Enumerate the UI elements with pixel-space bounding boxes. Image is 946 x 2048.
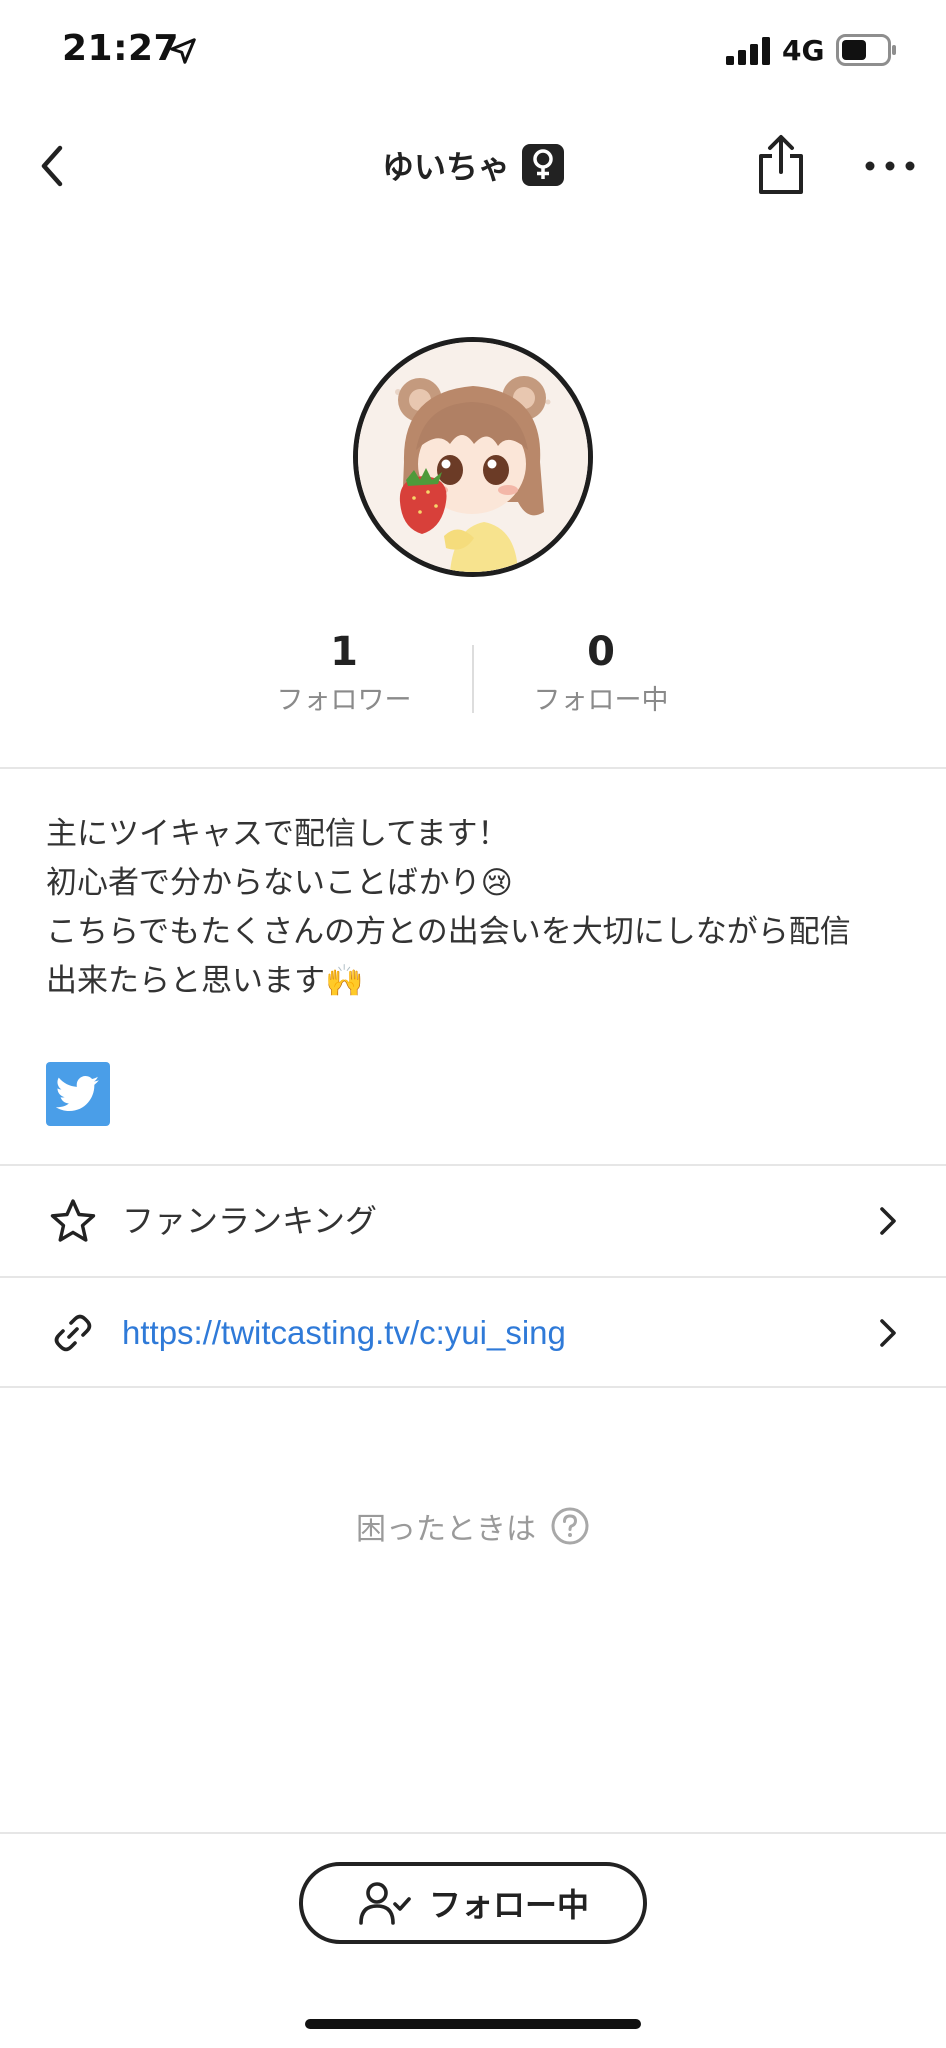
following-stat[interactable]: 0 フォロー中 (501, 625, 701, 721)
link-icon (54, 1314, 92, 1352)
twitter-bird-icon (56, 1076, 100, 1112)
followers-label: フォロワー (276, 685, 412, 716)
avatar-illustration (358, 342, 588, 572)
female-gender-icon (522, 144, 564, 186)
status-time: 21:27 (62, 28, 180, 69)
profile-bio: 主にツイキャスで配信してます！ 初心者で分からないことばかり😢 こちらでもたくさ… (46, 810, 906, 1006)
followers-stat[interactable]: 1 フォロワー (244, 625, 444, 721)
avatar[interactable] (353, 337, 593, 577)
fan-ranking-row[interactable]: ファンランキング (0, 1166, 946, 1276)
location-arrow-icon (170, 38, 196, 64)
network-type: 4G (782, 34, 825, 67)
help-label: 困ったときは (356, 1512, 536, 1547)
chevron-right-icon (880, 1207, 896, 1235)
stats-divider (472, 645, 474, 713)
following-label: フォロー中 (533, 685, 669, 716)
share-button[interactable] (752, 132, 810, 198)
bio-line: こちらでもたくさんの方との出会いを大切にしながら配信 (46, 914, 851, 950)
follow-stats: 1 フォロワー 0 フォロー中 (0, 625, 946, 725)
user-check-icon (359, 1882, 411, 1925)
bio-line: 主にツイキャスで配信してます！ (46, 816, 509, 852)
bottom-bar-divider (0, 1832, 946, 1834)
fan-ranking-label: ファンランキング (122, 1202, 378, 1240)
section-divider (0, 1386, 946, 1388)
star-icon (50, 1199, 96, 1242)
twitter-link-button[interactable] (46, 1062, 110, 1126)
status-bar: 21:27 4G (0, 0, 946, 100)
battery-icon (836, 34, 896, 66)
section-divider (0, 767, 946, 769)
question-circle-icon (551, 1507, 589, 1545)
bio-line: 初心者で分からないことばかり😢 (46, 865, 513, 901)
chevron-right-icon (880, 1319, 896, 1347)
following-button[interactable]: フォロー中 (299, 1862, 647, 1944)
bio-line: 出来たらと思います🙌 (46, 963, 364, 999)
following-button-label: フォロー中 (428, 1886, 589, 1924)
profile-link-url: https://twitcasting.tv/c:yui_sing (122, 1314, 566, 1351)
navigation-bar: ゆいちゃ (0, 110, 946, 220)
followers-count: 1 (330, 629, 358, 675)
home-indicator (305, 2019, 641, 2029)
following-count: 0 (587, 629, 615, 675)
help-link[interactable]: 困ったときは (0, 1500, 946, 1552)
profile-link-row[interactable]: https://twitcasting.tv/c:yui_sing (0, 1278, 946, 1388)
page-title: ゆいちゃ (381, 148, 510, 186)
more-options-button[interactable] (862, 146, 918, 186)
signal-bars-icon (726, 37, 770, 65)
profile-screen: 21:27 4G ゆいちゃ 1 フォロワー 0 フォロー中 主にツイキャスで配信… (0, 0, 946, 2048)
